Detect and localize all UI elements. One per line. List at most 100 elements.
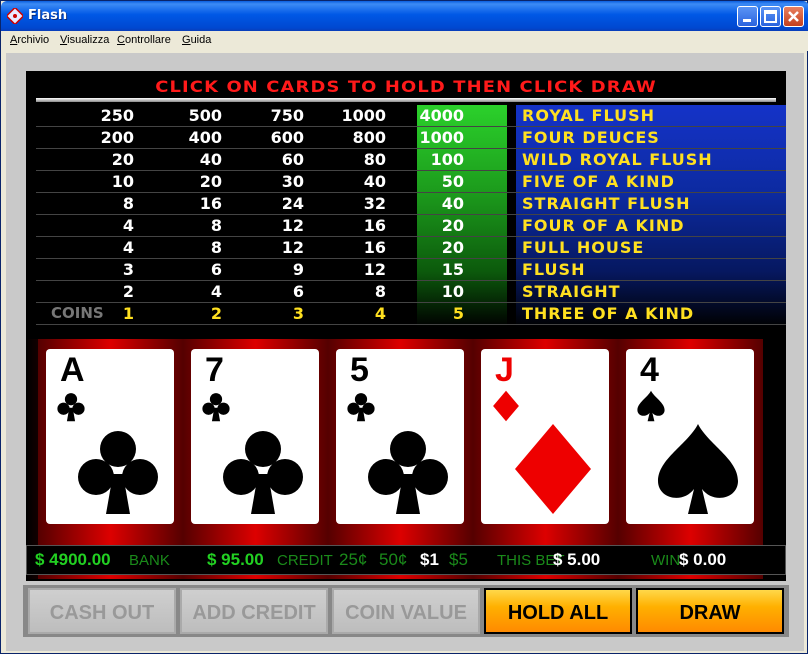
payout-value: 60 — [281, 150, 304, 169]
payout-value: 6 — [292, 282, 304, 301]
card-slot: J — [473, 339, 618, 579]
denom-5-button[interactable]: $5 — [449, 550, 468, 570]
clubs-icon — [57, 393, 85, 422]
menu-controllare[interactable]: Controllare — [117, 34, 171, 46]
paytable-row: 4 8 12 16 20 FOUR OF A KIND — [36, 215, 786, 237]
denom-25-button[interactable]: 25¢ — [339, 550, 367, 570]
payout-value: 4 — [122, 216, 134, 235]
bet-amount: $ 5.00 — [553, 550, 601, 569]
paytable: 250 500 750 1000 4000 ROYAL FLUSH 200 400 600 800… — [36, 105, 786, 327]
payout-value: 80 — [363, 150, 386, 169]
playing-card[interactable]: A — [46, 349, 174, 524]
clubs-icon — [223, 431, 303, 514]
hand-name: FOUR OF A KIND — [522, 216, 685, 235]
coin-count: 4 — [374, 304, 386, 323]
payout-value: 24 — [281, 194, 304, 213]
menu-archivio[interactable]: Archivio — [10, 34, 49, 46]
payout-value: 40 — [441, 194, 464, 213]
hand-name: FIVE OF A KIND — [522, 172, 675, 191]
payout-value: 12 — [363, 260, 386, 279]
payout-value: 8 — [210, 216, 222, 235]
card-rank: 4 — [640, 351, 659, 389]
coin-count: 5 — [452, 304, 464, 323]
hand-name: STRAIGHT — [522, 282, 621, 301]
denom-50-button[interactable]: 50¢ — [379, 550, 407, 570]
payout-value: 400 — [188, 128, 222, 147]
denom-1-button[interactable]: $1 — [420, 550, 439, 570]
hand-name: WILD ROYAL FLUSH — [522, 150, 713, 169]
spades-icon — [658, 424, 738, 514]
payout-value: 9 — [292, 260, 304, 279]
close-button[interactable] — [783, 6, 804, 27]
payout-value: 12 — [281, 216, 304, 235]
payout-value: 1000 — [419, 128, 464, 147]
playing-card[interactable]: 5 — [336, 349, 464, 524]
maximize-icon — [764, 10, 777, 23]
payout-value: 30 — [281, 172, 304, 191]
minimize-button[interactable] — [737, 6, 758, 27]
menu-guida[interactable]: Guida — [182, 34, 211, 46]
coin-value-button[interactable]: COIN VALUE — [332, 588, 480, 634]
paytable-row: 20 40 60 80 100 WILD ROYAL FLUSH — [36, 149, 786, 171]
payout-value: 32 — [363, 194, 386, 213]
window-title: Flash — [28, 8, 68, 23]
win-label: WIN — [651, 552, 681, 569]
status-bar: $ 4900.00 BANK $ 95.00 CREDIT 25¢ 50¢ $1… — [26, 545, 786, 575]
playing-card[interactable]: 7 — [191, 349, 319, 524]
paytable-row: 250 500 750 1000 4000 ROYAL FLUSH — [36, 105, 786, 127]
paytable-row: 10 20 30 40 50 FIVE OF A KIND — [36, 171, 786, 193]
payout-value: 4000 — [419, 106, 464, 125]
payout-value: 4 — [122, 238, 134, 257]
payout-value: 100 — [430, 150, 464, 169]
payout-value: 50 — [441, 172, 464, 191]
hand-name: FLUSH — [522, 260, 586, 279]
card-slot: A — [38, 339, 183, 579]
menu-bar: Archivio Visualizza Controllare Guida — [2, 31, 808, 51]
card-slot: 7 — [183, 339, 328, 579]
card-slot: 4 — [618, 339, 763, 579]
coin-count: 3 — [292, 304, 304, 323]
payout-value: 750 — [270, 106, 304, 125]
payout-value: 3 — [122, 260, 134, 279]
button-bar: CASH OUT ADD CREDIT COIN VALUE HOLD ALL DRAW — [23, 585, 789, 637]
payout-value: 250 — [100, 106, 134, 125]
clubs-icon — [368, 431, 448, 514]
hold-all-button[interactable]: HOLD ALL — [484, 588, 632, 634]
hand-name: ROYAL FLUSH — [522, 106, 656, 125]
paytable-row: 8 16 24 32 40 STRAIGHT FLUSH — [36, 193, 786, 215]
coin-count: 1 — [122, 304, 134, 323]
close-icon — [788, 11, 799, 22]
payout-value: 8 — [374, 282, 386, 301]
payout-value: 500 — [188, 106, 222, 125]
hand-name: FOUR DEUCES — [522, 128, 660, 147]
clubs-icon — [347, 393, 375, 422]
paytable-row: COINS 1 2 3 4 5 THREE OF A KIND — [36, 303, 786, 325]
playing-card[interactable]: J — [481, 349, 609, 524]
title-bar[interactable]: Flash — [1, 1, 808, 31]
credit-label: CREDIT — [277, 552, 333, 569]
card-rank: J — [495, 351, 514, 389]
payout-value: 15 — [441, 260, 464, 279]
cash-out-button[interactable]: CASH OUT — [28, 588, 176, 634]
payout-value: 2 — [122, 282, 134, 301]
payout-value: 6 — [210, 260, 222, 279]
maximize-button[interactable] — [760, 6, 781, 27]
flash-window: Flash Archivio Visualizza Controllare Gu… — [0, 0, 808, 654]
payout-value: 16 — [199, 194, 222, 213]
menu-visualizza[interactable]: Visualizza — [60, 34, 109, 46]
payout-value: 20 — [199, 172, 222, 191]
draw-button[interactable]: DRAW — [636, 588, 784, 634]
bank-label: BANK — [129, 552, 170, 569]
payout-value: 800 — [352, 128, 386, 147]
clubs-icon — [78, 431, 158, 514]
win-amount: $ 0.00 — [679, 550, 727, 569]
card-rank: 5 — [350, 351, 369, 389]
playing-card[interactable]: 4 — [626, 349, 754, 524]
paytable-row: 4 8 12 16 20 FULL HOUSE — [36, 237, 786, 259]
payout-value: 20 — [441, 238, 464, 257]
hand-name: STRAIGHT FLUSH — [522, 194, 691, 213]
game-board: CLICK ON CARDS TO HOLD THEN CLICK DRAW 2… — [26, 71, 786, 581]
add-credit-button[interactable]: ADD CREDIT — [180, 588, 328, 634]
payout-value: 20 — [441, 216, 464, 235]
payout-value: 20 — [111, 150, 134, 169]
